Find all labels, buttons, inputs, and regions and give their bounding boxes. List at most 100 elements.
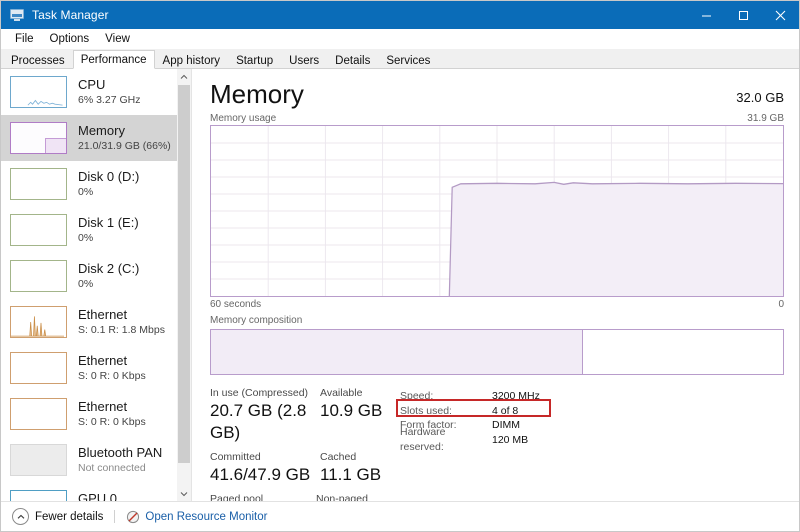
sidebar-item-ethernet-2[interactable]: Ethernet S: 0 R: 0 Kbps bbox=[1, 345, 177, 391]
memory-panel: Memory 32.0 GB Memory usage 31.9 GB bbox=[192, 69, 799, 501]
detail-value: DIMM bbox=[492, 418, 520, 433]
detail-value: 4 of 8 bbox=[492, 404, 518, 419]
tab-details[interactable]: Details bbox=[327, 51, 378, 68]
sidebar-item-label: CPU bbox=[78, 77, 140, 92]
bluetooth-thumbnail-icon bbox=[10, 444, 67, 476]
stat-label: Non-paged pool bbox=[316, 493, 388, 501]
menu-bar: File Options View bbox=[1, 29, 799, 49]
ethernet-thumbnail-icon bbox=[10, 352, 67, 384]
task-manager-window: Task Manager File Options View Processes… bbox=[0, 0, 800, 532]
cpu-thumbnail-icon bbox=[10, 76, 67, 108]
tab-app-history[interactable]: App history bbox=[155, 51, 229, 68]
scroll-down-icon[interactable] bbox=[177, 486, 191, 501]
sidebar-item-disk-2[interactable]: Disk 2 (C:) 0% bbox=[1, 253, 177, 299]
memory-stats-left: In use (Compressed) 20.7 GB (2.8 GB) Ava… bbox=[210, 387, 388, 501]
page-title: Memory bbox=[210, 79, 304, 109]
memory-stats: In use (Compressed) 20.7 GB (2.8 GB) Ava… bbox=[210, 387, 784, 501]
disk-thumbnail-icon bbox=[10, 168, 67, 200]
disk-thumbnail-icon bbox=[10, 214, 67, 246]
sidebar-item-sub: S: 0 R: 0 Kbps bbox=[78, 415, 146, 429]
sidebar-item-ethernet-3[interactable]: Ethernet S: 0 R: 0 Kbps bbox=[1, 391, 177, 437]
sidebar-item-label: Bluetooth PAN bbox=[78, 445, 162, 460]
sidebar-item-label: Ethernet bbox=[78, 399, 146, 414]
composition-free-segment bbox=[583, 330, 783, 374]
close-button[interactable] bbox=[762, 1, 799, 29]
sidebar-item-label: Disk 1 (E:) bbox=[78, 215, 139, 230]
scroll-up-icon[interactable] bbox=[177, 69, 191, 84]
performance-sidebar: CPU 6% 3.27 GHz Memory 21.0/31.9 GB (66%… bbox=[1, 69, 192, 501]
total-memory-label: 32.0 GB bbox=[736, 90, 784, 109]
footer-divider bbox=[114, 510, 115, 523]
stat-label: In use (Compressed) bbox=[210, 387, 320, 400]
tab-strip: Processes Performance App history Startu… bbox=[1, 49, 799, 69]
sidebar-item-disk-0[interactable]: Disk 0 (D:) 0% bbox=[1, 161, 177, 207]
sidebar-item-cpu[interactable]: CPU 6% 3.27 GHz bbox=[1, 69, 177, 115]
stat-group-committed: Committed 41.6/47.9 GB Cached 11.1 GB bbox=[210, 451, 388, 486]
memory-composition-caption: Memory composition bbox=[210, 315, 784, 327]
memory-usage-graph bbox=[210, 125, 784, 297]
sidebar-item-bluetooth-pan[interactable]: Bluetooth PAN Not connected bbox=[1, 437, 177, 483]
stat-label: Available bbox=[320, 387, 382, 400]
detail-value: 120 MB bbox=[492, 433, 528, 448]
stat-value: 41.6/47.9 GB bbox=[210, 464, 320, 486]
sidebar-item-label: Ethernet bbox=[78, 353, 146, 368]
tab-processes[interactable]: Processes bbox=[3, 51, 73, 68]
sidebar-item-memory[interactable]: Memory 21.0/31.9 GB (66%) bbox=[1, 115, 177, 161]
menu-file[interactable]: File bbox=[7, 32, 42, 46]
detail-row-slots-used: Slots used: 4 of 8 bbox=[400, 404, 540, 419]
tab-services[interactable]: Services bbox=[378, 51, 438, 68]
graph-axis-left-label: 60 seconds bbox=[210, 299, 261, 311]
gpu-thumbnail-icon bbox=[10, 490, 67, 501]
memory-composition-bar[interactable] bbox=[210, 329, 784, 375]
disk-thumbnail-icon bbox=[10, 260, 67, 292]
scrollbar-thumb[interactable] bbox=[178, 85, 190, 463]
ethernet-thumbnail-icon bbox=[10, 306, 67, 338]
sidebar-item-disk-1[interactable]: Disk 1 (E:) 0% bbox=[1, 207, 177, 253]
memory-thumbnail-icon bbox=[10, 122, 67, 154]
stat-value: 11.1 GB bbox=[320, 464, 381, 486]
sidebar-item-sub: 0% bbox=[78, 185, 139, 199]
stat-group-pools: Paged pool 823 MB Non-paged pool 627 MB bbox=[210, 493, 388, 501]
graph-axis-right-label: 0 bbox=[778, 299, 784, 311]
status-bar: Fewer details Open Resource Monitor bbox=[1, 501, 799, 531]
ethernet-thumbnail-icon bbox=[10, 398, 67, 430]
detail-label: Hardware reserved: bbox=[400, 425, 492, 454]
memory-usage-max-label: 31.9 GB bbox=[747, 113, 784, 125]
stat-value: 10.9 GB bbox=[320, 400, 382, 422]
sidebar-item-ethernet-1[interactable]: Ethernet S: 0.1 R: 1.8 Mbps bbox=[1, 299, 177, 345]
tab-performance[interactable]: Performance bbox=[73, 50, 155, 69]
open-resource-monitor-link[interactable]: Open Resource Monitor bbox=[126, 510, 267, 524]
sidebar-item-sub: 0% bbox=[78, 277, 139, 291]
minimize-button[interactable] bbox=[688, 1, 725, 29]
sidebar-item-sub: 21.0/31.9 GB (66%) bbox=[78, 139, 171, 153]
maximize-button[interactable] bbox=[725, 1, 762, 29]
composition-used-segment bbox=[211, 330, 583, 374]
chevron-up-icon bbox=[12, 508, 29, 525]
sidebar-item-label: Disk 0 (D:) bbox=[78, 169, 139, 184]
sidebar-item-label: Disk 2 (C:) bbox=[78, 261, 139, 276]
stat-group-inuse: In use (Compressed) 20.7 GB (2.8 GB) Ava… bbox=[210, 387, 388, 444]
sidebar-item-gpu-0[interactable]: GPU 0 NVIDIA GeForce RTX 2070 bbox=[1, 483, 177, 501]
resource-monitor-label: Open Resource Monitor bbox=[145, 511, 267, 523]
resource-monitor-icon bbox=[126, 510, 140, 524]
menu-options[interactable]: Options bbox=[42, 32, 98, 46]
sidebar-scrollbar[interactable] bbox=[177, 69, 191, 501]
tab-users[interactable]: Users bbox=[281, 51, 327, 68]
memory-usage-area bbox=[449, 182, 783, 296]
stat-label: Paged pool bbox=[210, 493, 316, 501]
stat-label: Committed bbox=[210, 451, 320, 464]
task-manager-icon bbox=[9, 7, 25, 23]
tab-startup[interactable]: Startup bbox=[228, 51, 281, 68]
menu-view[interactable]: View bbox=[97, 32, 138, 46]
stat-value: 20.7 GB (2.8 GB) bbox=[210, 400, 320, 444]
detail-label: Speed: bbox=[400, 389, 492, 404]
sidebar-item-sub: 0% bbox=[78, 231, 139, 245]
memory-usage-plot bbox=[211, 126, 783, 296]
sidebar-item-label: Ethernet bbox=[78, 307, 165, 322]
window-title: Task Manager bbox=[32, 8, 109, 22]
fewer-details-button[interactable]: Fewer details bbox=[12, 508, 103, 525]
detail-value: 3200 MHz bbox=[492, 389, 540, 404]
fewer-details-label: Fewer details bbox=[35, 511, 103, 523]
detail-row-speed: Speed: 3200 MHz bbox=[400, 389, 540, 404]
stat-label: Cached bbox=[320, 451, 381, 464]
